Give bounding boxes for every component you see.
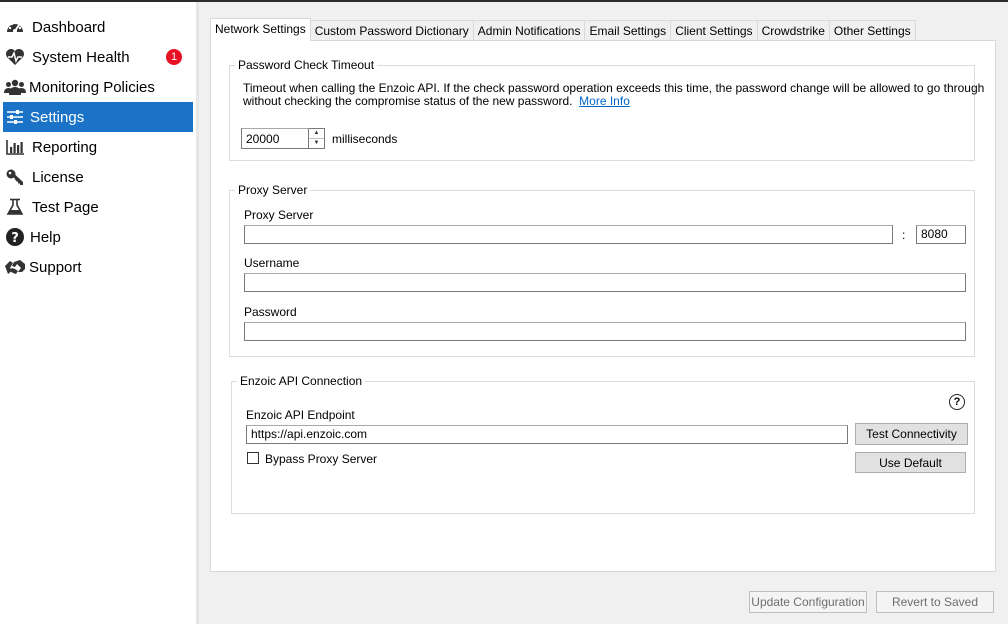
- tab-custom-password-dictionary[interactable]: Custom Password Dictionary: [309, 20, 474, 41]
- group-legend: Enzoic API Connection: [240, 374, 363, 388]
- tab-client-settings[interactable]: Client Settings: [670, 20, 758, 41]
- flask-icon: [4, 197, 26, 217]
- tab-bar: Network Settings Custom Password Diction…: [210, 18, 916, 41]
- sidebar-item-label: Help: [30, 228, 61, 246]
- timeout-spinner[interactable]: ▲ ▼: [309, 128, 325, 149]
- update-configuration-button[interactable]: Update Configuration: [749, 591, 867, 613]
- more-info-link[interactable]: More Info: [579, 94, 630, 108]
- sliders-icon: [4, 107, 26, 127]
- proxy-server-input[interactable]: [244, 225, 893, 244]
- svg-text:?: ?: [11, 231, 19, 246]
- sidebar-item-label: Dashboard: [32, 18, 106, 36]
- notification-badge: 1: [166, 49, 182, 65]
- sidebar-item-settings[interactable]: Settings: [3, 102, 193, 132]
- sidebar-item-system-health[interactable]: System Health 1: [4, 42, 192, 72]
- spin-up-icon[interactable]: ▲: [309, 129, 324, 138]
- help-icon[interactable]: ?: [949, 394, 965, 410]
- sidebar-item-label: License: [32, 168, 84, 186]
- proxy-username-input[interactable]: [244, 273, 966, 292]
- tab-admin-notifications[interactable]: Admin Notifications: [472, 20, 586, 41]
- timeout-unit-label: milliseconds: [332, 132, 398, 146]
- revert-to-saved-button[interactable]: Revert to Saved: [876, 591, 994, 613]
- tab-email-settings[interactable]: Email Settings: [584, 20, 672, 41]
- sidebar-item-monitoring-policies[interactable]: Monitoring Policies: [4, 72, 192, 102]
- port-separator: :: [902, 228, 906, 242]
- network-settings-panel: Password Check Timeout Timeout when call…: [210, 40, 996, 572]
- sidebar-item-label: Support: [29, 258, 82, 276]
- sidebar-item-label: Settings: [30, 108, 85, 126]
- sidebar-item-label: Monitoring Policies: [29, 78, 155, 96]
- handshake-icon: [4, 257, 26, 277]
- heart-pulse-icon: [4, 47, 26, 67]
- password-check-timeout-group: Password Check Timeout Timeout when call…: [229, 58, 984, 161]
- sidebar-item-license[interactable]: License: [4, 162, 192, 192]
- timeout-input[interactable]: [241, 128, 309, 149]
- bypass-proxy-checkbox[interactable]: [247, 452, 259, 464]
- sidebar-item-label: Reporting: [32, 138, 98, 156]
- timeout-description-cont: without checking the compromise status o…: [243, 94, 630, 108]
- api-endpoint-label: Enzoic API Endpoint: [246, 408, 355, 422]
- sidebar-item-test-page[interactable]: Test Page: [4, 192, 192, 222]
- tab-network-settings[interactable]: Network Settings: [210, 18, 311, 41]
- tab-crowdstrike[interactable]: Crowdstrike: [756, 20, 830, 41]
- sidebar: Dashboard System Health 1 Monitoring Pol…: [0, 2, 196, 624]
- dashboard-gauge-icon: [4, 17, 26, 37]
- proxy-username-label: Username: [244, 256, 300, 270]
- question-circle-icon: ?: [4, 227, 26, 247]
- test-connectivity-button[interactable]: Test Connectivity: [855, 423, 968, 445]
- proxy-password-label: Password: [244, 305, 297, 319]
- use-default-button[interactable]: Use Default: [855, 452, 966, 473]
- proxy-port-input[interactable]: [916, 225, 966, 244]
- users-group-icon: [4, 77, 26, 97]
- sidebar-item-help[interactable]: ? Help: [4, 222, 192, 252]
- group-legend: Password Check Timeout: [238, 58, 375, 72]
- timeout-description: Timeout when calling the Enzoic API. If …: [243, 81, 985, 95]
- tab-other-settings[interactable]: Other Settings: [828, 20, 916, 41]
- bypass-proxy-label: Bypass Proxy Server: [265, 452, 378, 466]
- spin-down-icon[interactable]: ▼: [309, 138, 324, 148]
- proxy-server-group: Proxy Server Proxy Server : Username Pas…: [229, 183, 975, 357]
- key-icon: [4, 167, 26, 187]
- sidebar-item-dashboard[interactable]: Dashboard: [4, 12, 192, 42]
- proxy-server-label: Proxy Server: [244, 208, 314, 222]
- timeout-description-text: without checking the compromise status o…: [243, 94, 573, 108]
- bar-chart-icon: [4, 137, 26, 157]
- sidebar-item-label: Test Page: [32, 198, 99, 216]
- proxy-password-input[interactable]: [244, 322, 966, 341]
- api-connection-group: Enzoic API Connection ? Enzoic API Endpo…: [231, 374, 975, 514]
- api-endpoint-input[interactable]: [246, 425, 848, 444]
- group-legend: Proxy Server: [238, 183, 308, 197]
- sidebar-item-label: System Health: [32, 48, 130, 66]
- main-content: Network Settings Custom Password Diction…: [199, 2, 1008, 624]
- sidebar-item-reporting[interactable]: Reporting: [4, 132, 192, 162]
- sidebar-item-support[interactable]: Support: [4, 252, 192, 282]
